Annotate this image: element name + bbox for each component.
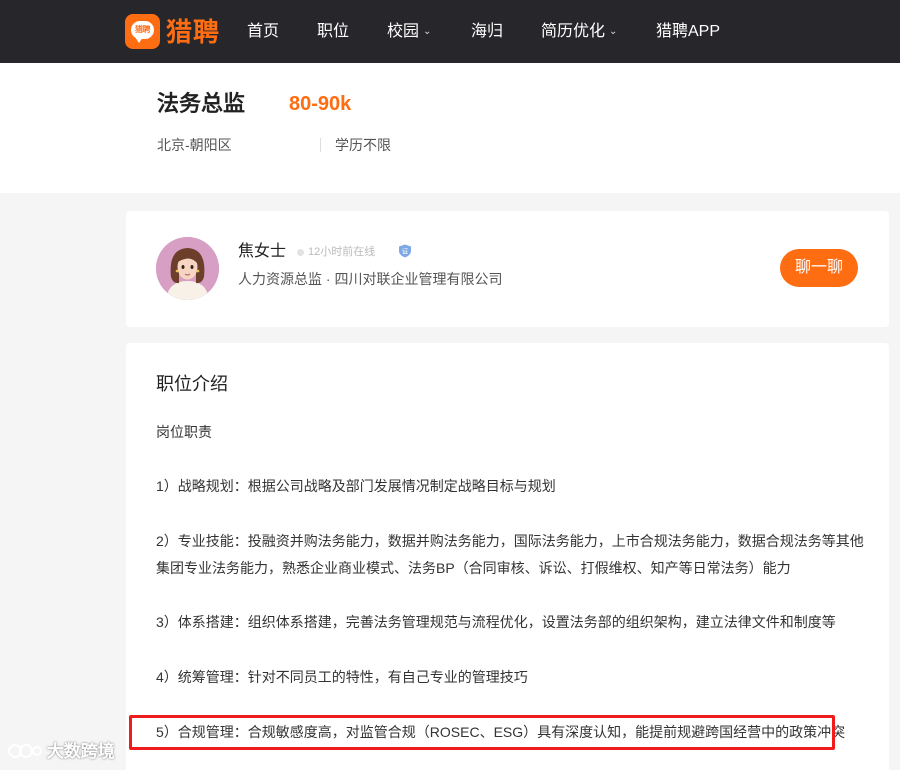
recruiter-card: 焦女士 12小时前在线 证 人力资源总监 · 四川对联企业管理有限公司 聊一聊 [126,211,889,327]
job-description-card: 职位介绍 岗位职责 1）战略规划：根据公司战略及部门发展情况制定战略目标与规划 … [126,343,889,770]
nav-item-home[interactable]: 首页 [247,0,279,63]
nav-item-app[interactable]: 猎聘APP [656,0,720,63]
verified-badge-text: 证 [402,248,409,256]
desc-line: 2）专业技能：投融资并购法务能力，数据并购法务能力，国际法务能力，上市合规法务能… [156,533,864,549]
desc-line: 4）统筹管理：针对不同员工的特性，有自己专业的管理技巧 [156,669,528,685]
divider [320,138,321,152]
nav-item-campus[interactable]: 校园 ⌄ [387,0,431,63]
job-education: 学历不限 [335,137,391,153]
chevron-down-icon: ⌄ [609,26,618,37]
desc-line: 3）体系搭建：组织体系搭建，完善法务管理规范与流程优化，设置法务部的组织架构，建… [156,614,836,630]
job-salary: 80-90k [289,93,352,115]
highlight-box [129,715,835,750]
top-navbar: 猎聘 猎聘 首页 职位 校园 ⌄ 海归 简历优化 ⌄ 猎聘APP [0,0,900,63]
nav-item-label: 职位 [317,23,350,40]
nav-item-label: 简历优化 [541,23,606,40]
desc-line: 岗位职责 [156,424,212,440]
chat-button[interactable]: 聊一聊 [780,249,858,287]
watermark: 大数跨境 [8,740,115,764]
nav-item-label: 猎聘APP [656,23,721,40]
online-status-icon [297,249,304,256]
recruiter-avatar-icon [156,237,219,300]
nav-item-label: 校园 [387,23,420,40]
liepin-logo-icon[interactable]: 猎聘 [125,14,160,49]
job-title: 法务总监 [157,91,246,116]
nav-item-resume[interactable]: 简历优化 ⌄ [541,0,617,63]
online-status: 12小时前在线 [308,246,376,258]
recruiter-name: 焦女士 [238,243,287,260]
nav-item-jobs[interactable]: 职位 [317,0,349,63]
job-header: 法务总监 80-90k 北京-朝阳区 学历不限 [0,63,900,193]
job-location: 北京-朝阳区 [157,137,232,153]
nav-item-label: 海归 [471,23,504,40]
verified-shield-icon: 证 [399,244,411,258]
brand-name[interactable]: 猎聘 [166,15,220,49]
nav-item-overseas[interactable]: 海归 [471,0,503,63]
desc-line: 集团专业法务能力，熟悉企业商业模式、法务BP（合同审核、诉讼、打假维权、知产等日… [156,560,791,576]
section-title: 职位介绍 [156,374,228,394]
chevron-down-icon: ⌄ [423,26,432,37]
watermark-logo-icon [8,744,42,758]
watermark-text: 大数跨境 [46,742,115,761]
desc-line: 1）战略规划：根据公司战略及部门发展情况制定战略目标与规划 [156,478,556,494]
avatar[interactable] [156,237,219,300]
nav-item-label: 首页 [247,23,280,40]
recruiter-title-company[interactable]: 人力资源总监 · 四川对联企业管理有限公司 [238,270,502,288]
